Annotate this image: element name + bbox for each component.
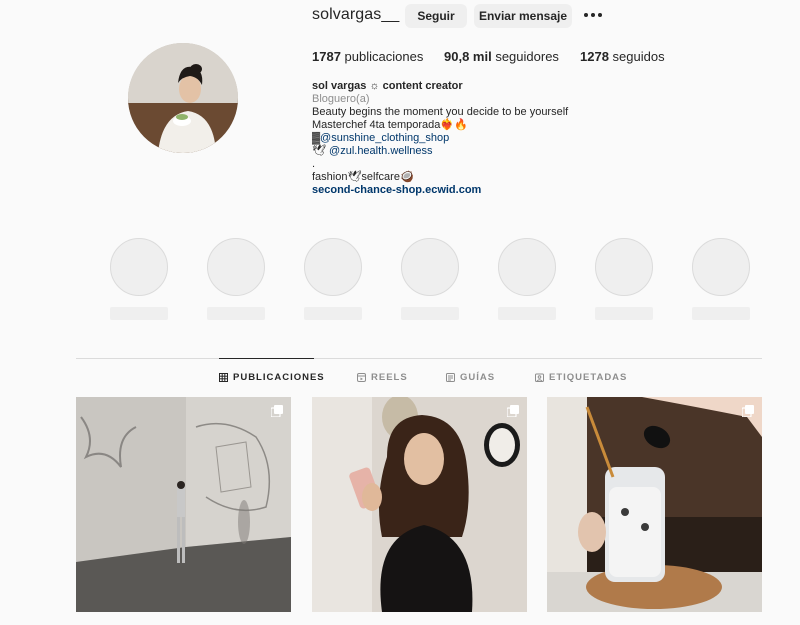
- carousel-icon: [507, 405, 519, 417]
- profile-bio: sol vargas ☼ content creator Bloguero(a)…: [312, 80, 642, 197]
- tab-publicaciones[interactable]: PUBLICACIONES: [219, 372, 325, 383]
- highlight-placeholder[interactable]: [110, 238, 168, 320]
- grid-icon: [219, 373, 228, 382]
- highlight-placeholder[interactable]: [498, 238, 556, 320]
- stat-following[interactable]: 1278 seguidos: [580, 49, 665, 64]
- follow-button[interactable]: Seguir: [405, 4, 467, 28]
- bio-line: fashion🕊selfcare🥥: [312, 171, 414, 183]
- send-message-button[interactable]: Enviar mensaje: [474, 4, 572, 28]
- bio-mention-line: ▓@sunshine_clothing_shop: [312, 132, 450, 144]
- reels-icon: [357, 373, 366, 382]
- more-options-icon[interactable]: [582, 6, 604, 24]
- bio-line: .: [312, 158, 316, 170]
- tab-etiquetadas[interactable]: ETIQUETADAS: [535, 372, 627, 383]
- bio-website-link[interactable]: second-chance-shop.ecwid.com: [312, 184, 642, 197]
- bio-category: Bloguero(a): [312, 93, 370, 105]
- highlight-placeholder[interactable]: [304, 238, 362, 320]
- tagged-icon: [535, 373, 544, 382]
- active-tab-indicator: [219, 358, 314, 359]
- tabs-divider: [76, 358, 762, 359]
- highlight-placeholder[interactable]: [207, 238, 265, 320]
- highlight-placeholder[interactable]: [595, 238, 653, 320]
- carousel-icon: [742, 405, 754, 417]
- stat-posts: 1787 publicaciones: [312, 49, 424, 64]
- bio-name: sol vargas ☼ content creator: [312, 80, 463, 92]
- bio-mention-line: 🕊 @zul.health.wellness: [312, 145, 433, 157]
- tab-reels[interactable]: REELS: [357, 372, 408, 383]
- bio-line: Masterchef 4ta temporada❤️‍🔥🔥: [312, 119, 468, 131]
- highlight-placeholder[interactable]: [401, 238, 459, 320]
- post-thumbnail[interactable]: [76, 397, 291, 612]
- profile-avatar[interactable]: [128, 43, 238, 153]
- bio-line: Beauty begins the moment you decide to b…: [312, 106, 569, 118]
- mention-sunshine-link[interactable]: @sunshine_clothing_shop: [320, 132, 449, 144]
- stat-followers[interactable]: 90,8 mil seguidores: [444, 49, 559, 64]
- post-thumbnail[interactable]: [312, 397, 527, 612]
- profile-username: solvargas__: [312, 6, 400, 23]
- mention-zul-link[interactable]: @zul.health.wellness: [329, 145, 433, 157]
- highlight-placeholder[interactable]: [692, 238, 750, 320]
- tab-guias[interactable]: GUÍAS: [446, 372, 495, 383]
- carousel-icon: [271, 405, 283, 417]
- guides-icon: [446, 373, 455, 382]
- post-thumbnail[interactable]: [547, 397, 762, 612]
